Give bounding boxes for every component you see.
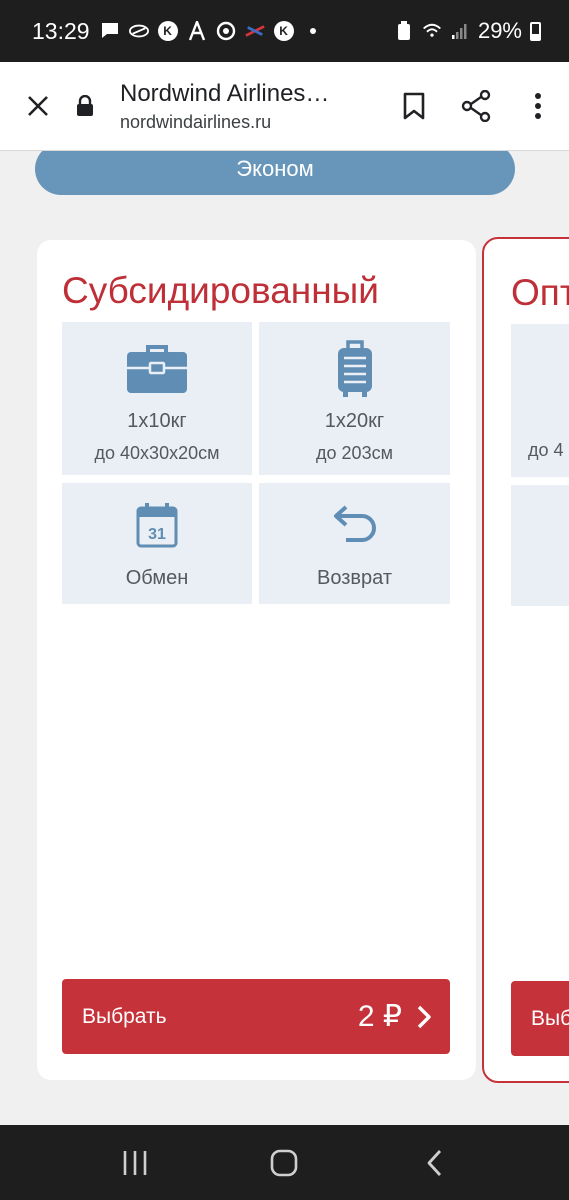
feature-sub-text: до 203см bbox=[316, 443, 393, 463]
address-bar[interactable]: Nordwind Airlines… nordwindairlines.ru bbox=[120, 80, 383, 133]
recent-apps-button[interactable] bbox=[95, 1125, 175, 1200]
home-icon bbox=[271, 1149, 298, 1176]
suitcase-icon bbox=[336, 340, 374, 398]
feature-tile-hand-luggage: 1х10кг до 40х30х20см bbox=[62, 322, 252, 475]
feature-main-text: Возврат bbox=[317, 567, 392, 589]
page-title: Nordwind Airlines… bbox=[120, 79, 330, 107]
close-icon bbox=[28, 96, 48, 116]
feature-sub-text: до 4 bbox=[528, 440, 564, 460]
back-button[interactable] bbox=[394, 1125, 474, 1200]
page-domain: nordwindairlines.ru bbox=[120, 111, 272, 132]
bookmark-icon bbox=[403, 92, 425, 120]
battery-percent: 29% bbox=[477, 18, 522, 43]
select-tariff-button[interactable]: Выб bbox=[511, 981, 569, 1056]
feature-main-text: 1х10кг bbox=[127, 410, 187, 432]
more-menu-button[interactable] bbox=[507, 62, 569, 151]
airline-app-icon bbox=[244, 21, 265, 41]
page-content: Эконом Субсидированный 1х10кг до 40х30х2… bbox=[0, 151, 569, 1125]
feature-sub-text: до 40х30х20см bbox=[94, 443, 220, 463]
select-label: Выб bbox=[531, 1006, 569, 1030]
feature-tile: до 4 bbox=[511, 324, 569, 477]
lock-icon bbox=[76, 95, 120, 117]
recent-apps-icon bbox=[123, 1150, 147, 1175]
calendar-day-text: 31 bbox=[148, 526, 166, 543]
briefcase-icon bbox=[126, 340, 188, 398]
fare-class-button[interactable]: Эконом bbox=[35, 151, 515, 195]
battery-icon bbox=[530, 21, 541, 41]
signal-icon bbox=[450, 21, 470, 41]
select-tariff-button[interactable]: Выбрать 2 ₽ bbox=[62, 979, 450, 1054]
share-icon bbox=[461, 90, 491, 122]
cloud-icon bbox=[128, 21, 149, 41]
wifi-icon bbox=[422, 21, 442, 41]
message-icon bbox=[100, 21, 120, 41]
feature-tile-exchange: 31 Обмен bbox=[62, 483, 252, 604]
feature-main-text: Обмен bbox=[125, 567, 189, 589]
k-app-icon: K bbox=[157, 21, 178, 41]
feature-tile-checked-baggage: 1х20кг до 203см bbox=[259, 322, 450, 475]
battery-saver-icon bbox=[394, 21, 414, 41]
notification-icons: K K bbox=[100, 21, 323, 41]
share-button[interactable] bbox=[445, 62, 507, 151]
home-button[interactable] bbox=[244, 1125, 324, 1200]
status-time: 13:29 bbox=[32, 17, 90, 44]
back-icon bbox=[427, 1149, 442, 1176]
tariff-price: 2 ₽ bbox=[357, 1000, 402, 1033]
bookmark-button[interactable] bbox=[383, 62, 445, 151]
feature-tile-refund: Возврат bbox=[259, 483, 450, 604]
k-app-icon-2: K bbox=[273, 21, 294, 41]
tariff-card-next[interactable]: Опт до 4 Выб bbox=[482, 237, 569, 1083]
browser-toolbar: Nordwind Airlines… nordwindairlines.ru bbox=[0, 62, 569, 151]
feature-tile bbox=[511, 485, 569, 606]
calendar-icon: 31 bbox=[136, 501, 178, 549]
feature-main-text: 1х20кг bbox=[324, 410, 385, 432]
close-button[interactable] bbox=[0, 62, 76, 151]
status-bar: 13:29 K K 29% bbox=[0, 0, 569, 62]
select-label: Выбрать bbox=[82, 1004, 167, 1028]
more-vert-icon bbox=[535, 93, 541, 119]
tariff-title: Субсидированный bbox=[62, 270, 379, 311]
a-app-icon bbox=[187, 21, 207, 41]
more-notifications-icon bbox=[303, 21, 323, 41]
system-navigation-bar bbox=[0, 1125, 569, 1200]
sync-app-icon bbox=[216, 21, 236, 41]
system-status: 29% bbox=[394, 18, 541, 44]
return-arrow-icon bbox=[332, 501, 378, 549]
tariff-title: Опт bbox=[511, 272, 569, 313]
tariff-card: Субсидированный 1х10кг до 40х30х20см 1х2… bbox=[37, 240, 476, 1080]
chevron-right-icon bbox=[417, 1005, 431, 1028]
